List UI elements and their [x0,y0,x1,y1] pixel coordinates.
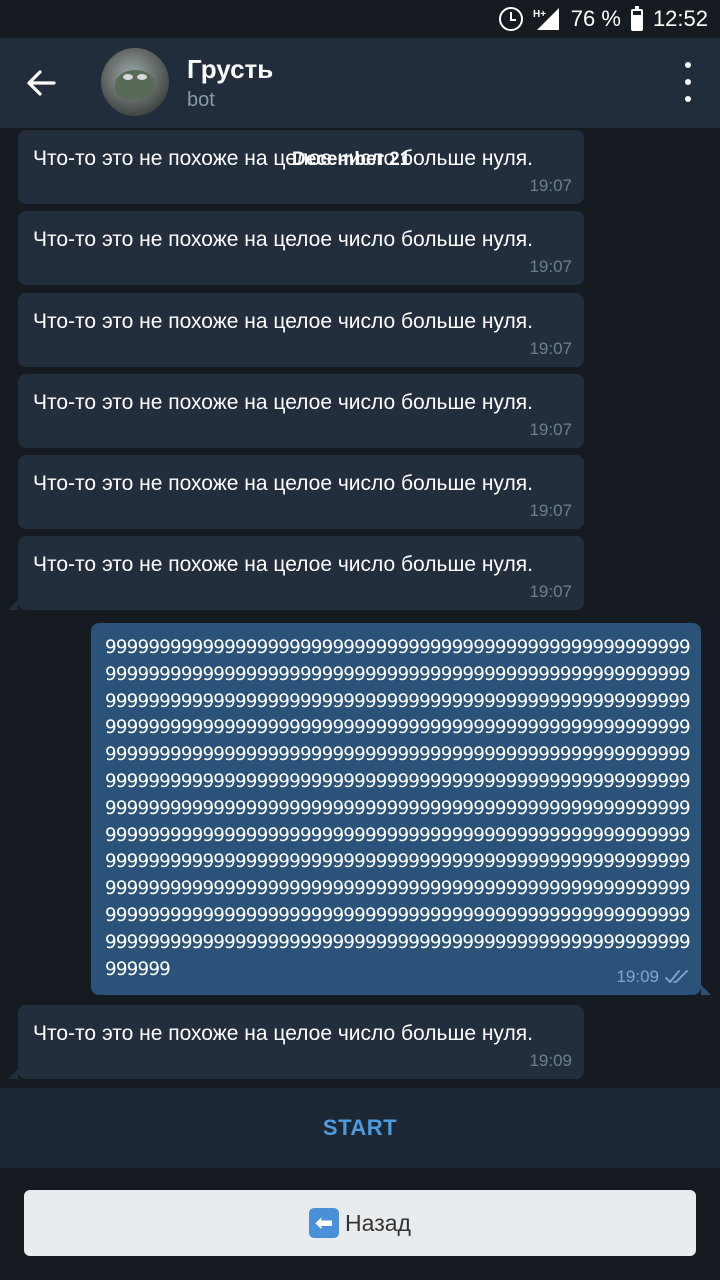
keyboard-button-label: Назад [345,1209,411,1236]
message-text: Что-то это не похоже на целое число боль… [33,1022,533,1045]
clock: 12:52 [652,6,708,31]
status-icons: H+ 76 % 12:52 [498,0,708,38]
message-time: 19:07 [529,339,572,358]
message-time: 19:07 [529,582,572,601]
bot-keyboard: ⬅ Назад [0,1168,720,1280]
message-text: Что-то это не похоже на целое число боль… [33,310,533,333]
menu-dot [685,62,691,68]
network-type-label: H+ [533,9,546,20]
avatar-face [115,70,155,100]
incoming-message[interactable]: Что-то это не похоже на целое число боль… [8,536,584,610]
back-button[interactable] [16,58,66,108]
message-time: 19:07 [529,501,572,520]
message-text: Что-то это не похоже на целое число боль… [33,228,533,251]
avatar[interactable] [101,48,169,116]
alarm-icon [498,7,523,31]
message-time: 19:07 [529,257,572,276]
message-text: Что-то это не похоже на целое число боль… [33,147,533,170]
message-time: 19:09 [616,967,659,986]
message-text: Что-то это не похоже на целое число боль… [33,553,533,576]
battery-percent: 76 % [570,6,621,31]
arrow-left-icon [27,70,56,96]
menu-dot [685,79,691,85]
message-text: Что-то это не похоже на целое число боль… [33,391,533,414]
avatar-eye [137,74,147,80]
back-arrow-emoji-icon: ⬅ [309,1208,340,1238]
incoming-message[interactable]: Что-то это не похоже на целое число боль… [8,1005,584,1079]
message-text: Что-то это не похоже на целое число боль… [33,472,533,495]
incoming-message[interactable]: Что-то это не похоже на целое число боль… [18,293,584,367]
keyboard-back-button[interactable]: ⬅ Назад [24,1190,696,1256]
incoming-message[interactable]: Что-то это не похоже на целое число боль… [18,211,584,285]
menu-dot [685,96,691,102]
avatar-eye [123,74,133,80]
battery-icon [630,6,643,31]
chat-header: Грусть bot [0,38,720,128]
message-time: 19:07 [529,420,572,439]
signal-icon: H+ [533,6,561,32]
chat-subtitle: bot [187,89,215,111]
message-time: 19:07 [529,176,572,195]
message-text: 9999999999999999999999999999999999999999… [105,637,691,980]
status-bar: H+ 76 % 12:52 [0,0,720,38]
incoming-message[interactable]: Что-то это не похоже на целое число боль… [18,374,584,448]
start-button[interactable]: START [323,1115,397,1141]
bot-start-bar: START [0,1088,720,1168]
message-time: 19:09 [529,1051,572,1070]
chat-title[interactable]: Грусть [187,54,273,85]
outgoing-message[interactable]: 9999999999999999999999999999999999999999… [91,623,711,995]
more-vertical-icon[interactable] [678,62,698,102]
read-double-check-icon [665,970,688,983]
date-chip: December 21 [292,149,411,170]
incoming-message[interactable]: Что-то это не похоже на целое число боль… [18,455,584,529]
